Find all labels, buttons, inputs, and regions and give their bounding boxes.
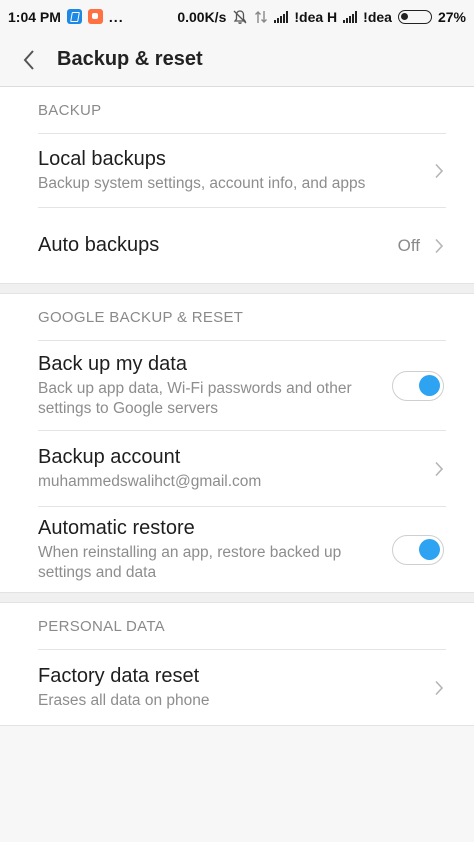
auto-backups-row[interactable]: Auto backups Off	[0, 207, 474, 283]
auto-backups-value: Off	[397, 235, 420, 255]
row-content: Backup account muhammedswalihct@gmail.co…	[38, 430, 446, 506]
backup-account-row[interactable]: Backup account muhammedswalihct@gmail.co…	[0, 430, 474, 506]
status-dots: ...	[108, 8, 124, 25]
page-title: Backup & reset	[57, 48, 203, 70]
row-text: Factory data reset Erases all data on ph…	[38, 664, 432, 711]
automatic-restore-row[interactable]: Automatic restore When reinstalling an a…	[0, 506, 474, 592]
app-header: Backup & reset	[0, 33, 474, 87]
section-label-personal: PERSONAL DATA	[38, 617, 165, 635]
status-left: 1:04 PM ...	[8, 9, 124, 25]
chevron-right-icon	[432, 237, 446, 255]
row-title: Auto backups	[38, 234, 160, 256]
signal-icon	[343, 10, 358, 23]
row-subtitle: When reinstalling an app, restore backed…	[38, 544, 342, 581]
data-arrows-icon	[255, 10, 268, 23]
row-text: Backup account muhammedswalihct@gmail.co…	[38, 445, 432, 492]
section-label-google: GOOGLE BACKUP & RESET	[38, 308, 244, 326]
chevron-left-icon	[23, 49, 34, 70]
row-subtitle: Back up app data, Wi-Fi passwords and ot…	[38, 380, 352, 417]
row-content: Back up my data Back up app data, Wi-Fi …	[38, 340, 446, 430]
toggle-knob	[419, 538, 440, 560]
row-content: Automatic restore When reinstalling an a…	[38, 506, 446, 592]
section-label-backup: BACKUP	[38, 101, 102, 119]
network-speed: 0.00K/s	[177, 8, 227, 25]
section-gap	[0, 283, 474, 294]
row-content: Local backups Backup system settings, ac…	[38, 133, 446, 207]
chevron-right-icon	[432, 162, 446, 180]
settings-content: BACKUP Local backups Backup system setti…	[0, 87, 474, 726]
chevron-right-icon	[432, 460, 446, 478]
row-text: Back up my data Back up app data, Wi-Fi …	[38, 352, 392, 419]
google-section: GOOGLE BACKUP & RESET Back up my data Ba…	[0, 294, 474, 592]
row-title: Local backups	[38, 148, 166, 170]
row-title: Back up my data	[38, 353, 187, 375]
app-badge-blue-icon	[66, 9, 82, 24]
bottom-divider	[0, 725, 474, 726]
factory-data-reset-row[interactable]: Factory data reset Erases all data on ph…	[0, 649, 474, 725]
chevron-right-icon	[432, 679, 446, 697]
local-backups-row[interactable]: Local backups Backup system settings, ac…	[0, 133, 474, 207]
back-up-my-data-row[interactable]: Back up my data Back up app data, Wi-Fi …	[0, 340, 474, 430]
row-title: Automatic restore	[38, 517, 195, 539]
row-title: Factory data reset	[38, 665, 200, 687]
carrier-2: !dea	[363, 8, 392, 25]
row-subtitle: Erases all data on phone	[38, 692, 210, 709]
app-badge-orange-icon	[87, 9, 103, 24]
battery-icon	[397, 9, 432, 24]
battery-level: 27%	[437, 8, 466, 25]
toggle-knob	[419, 374, 440, 396]
row-subtitle: Backup system settings, account info, an…	[38, 175, 366, 192]
row-text: Local backups Backup system settings, ac…	[38, 147, 432, 194]
backup-section: BACKUP Local backups Backup system setti…	[0, 87, 474, 283]
back-up-data-toggle[interactable]	[392, 370, 444, 401]
carrier-1: !dea H	[294, 8, 338, 25]
row-subtitle: muhammedswalihct@gmail.com	[38, 473, 262, 490]
back-button[interactable]	[4, 33, 54, 87]
row-text: Automatic restore When reinstalling an a…	[38, 516, 392, 583]
personal-data-section: PERSONAL DATA Factory data reset Erases …	[0, 603, 474, 725]
status-right: 0.00K/s !dea H !dea 27%	[177, 9, 466, 25]
row-content: Factory data reset Erases all data on ph…	[38, 649, 446, 725]
status-bar: 1:04 PM ... 0.00K/s !dea H !dea 27%	[0, 0, 474, 33]
row-content: Auto backups Off	[38, 207, 446, 283]
signal-icon	[274, 10, 289, 23]
row-text: Auto backups	[38, 233, 398, 258]
row-title: Backup account	[38, 446, 181, 468]
status-time: 1:04 PM	[8, 8, 61, 25]
bell-off-icon	[233, 9, 247, 24]
section-gap	[0, 592, 474, 603]
automatic-restore-toggle[interactable]	[392, 534, 444, 565]
